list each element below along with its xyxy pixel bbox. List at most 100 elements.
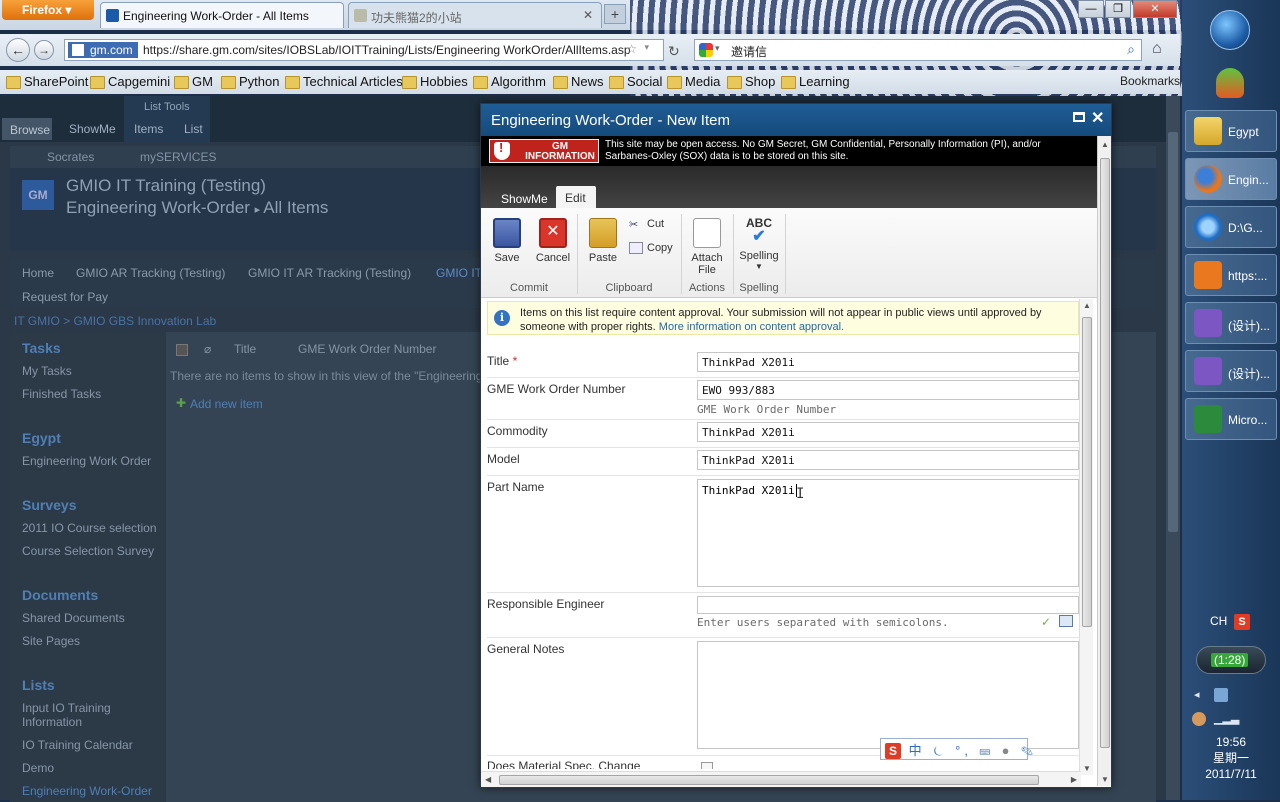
- ql-item[interactable]: IO Training Calendar: [22, 738, 133, 752]
- tab-close-icon[interactable]: ✕: [583, 8, 593, 22]
- part-name-textarea[interactable]: ThinkPad X201i I: [697, 479, 1079, 587]
- bookmark-folder[interactable]: SharePoint: [6, 74, 88, 89]
- taskbar-button-ie[interactable]: D:\G...: [1185, 206, 1277, 248]
- page-scrollbar[interactable]: [1166, 96, 1180, 800]
- form-scrollbar-thumb[interactable]: [1082, 317, 1092, 627]
- dialog-scrollbar-thumb[interactable]: [1100, 158, 1110, 748]
- taskbar-button-design-1[interactable]: (设计)...: [1185, 302, 1277, 344]
- ql-heading-egypt[interactable]: Egypt: [22, 430, 61, 446]
- keyboard-icon[interactable]: ⌨: [980, 743, 994, 758]
- sp-tab-items[interactable]: Items: [134, 122, 163, 136]
- page-scrollbar-thumb[interactable]: [1168, 132, 1178, 532]
- taskbar-button-egypt[interactable]: Egypt: [1185, 110, 1277, 152]
- scroll-up-icon[interactable]: ▲: [1083, 301, 1091, 310]
- sogou-tray-icon[interactable]: S: [1234, 614, 1250, 630]
- ql-item[interactable]: Course Selection Survey: [22, 544, 154, 558]
- maximize-icon[interactable]: [1073, 112, 1085, 122]
- scroll-down-icon[interactable]: ▼: [1101, 775, 1109, 784]
- sp-tab-showme[interactable]: ShowMe: [69, 122, 116, 136]
- ql-item[interactable]: 2011 IO Course selection: [22, 521, 157, 535]
- sp-tab-browse[interactable]: Browse: [2, 118, 52, 140]
- show-hidden-icons[interactable]: ◂: [1194, 688, 1200, 701]
- commodity-input[interactable]: ThinkPad X201i: [697, 422, 1079, 442]
- material-spec-checkbox[interactable]: [701, 762, 713, 769]
- bookmark-folder[interactable]: Shop: [727, 74, 775, 89]
- bookmark-folder[interactable]: Capgemini: [90, 74, 170, 89]
- forward-button[interactable]: →: [34, 40, 54, 60]
- ql-heading-lists[interactable]: Lists: [22, 677, 55, 693]
- google-icon[interactable]: [699, 43, 713, 57]
- paste-button[interactable]: Paste: [585, 218, 621, 264]
- gme-number-input[interactable]: EWO 993/883: [697, 380, 1079, 400]
- browse-directory-icon[interactable]: [1059, 615, 1073, 627]
- ribbon-tab-showme[interactable]: ShowMe: [501, 192, 548, 206]
- dialog-scrollbar[interactable]: ▲ ▼: [1097, 136, 1111, 786]
- user-icon[interactable]: ●: [1002, 743, 1014, 758]
- tray-monkey-icon[interactable]: [1192, 712, 1206, 726]
- cut-button[interactable]: ✂ Cut: [629, 218, 664, 231]
- tray-app-icon[interactable]: [1214, 688, 1228, 702]
- save-button[interactable]: Save: [489, 218, 525, 264]
- column-header-title[interactable]: Title: [234, 342, 256, 356]
- select-all-checkbox[interactable]: [176, 344, 188, 356]
- site-identity-button[interactable]: gm.com: [68, 42, 138, 58]
- parrot-app-icon[interactable]: [1216, 68, 1244, 98]
- sp-nav-it-ar-tracking[interactable]: GMIO IT AR Tracking (Testing): [248, 266, 411, 280]
- bookmark-folder[interactable]: News: [553, 74, 604, 89]
- sp-list-title-link[interactable]: Engineering Work-Order: [66, 198, 250, 217]
- taskbar-button-design-2[interactable]: (设计)...: [1185, 350, 1277, 392]
- scroll-down-icon[interactable]: ▼: [1083, 764, 1091, 773]
- system-clock[interactable]: 19:56 星期一 2011/7/11: [1182, 734, 1280, 782]
- window-close-button[interactable]: ✕: [1133, 0, 1177, 18]
- bookmark-folder[interactable]: Algorithm: [473, 74, 546, 89]
- add-new-item-link[interactable]: Add new item: [190, 397, 263, 411]
- bookmark-folder[interactable]: Technical Articles: [285, 74, 403, 89]
- model-input[interactable]: ThinkPad X201i: [697, 450, 1079, 470]
- ime-toolbar[interactable]: S 中 ⏾ °, ⌨ ● ✎: [880, 738, 1033, 760]
- bookmark-folder[interactable]: Media: [667, 74, 720, 89]
- ql-item[interactable]: My Tasks: [22, 364, 72, 378]
- attach-file-button[interactable]: Attach File: [687, 218, 727, 276]
- scroll-up-icon[interactable]: ▲: [1101, 140, 1109, 149]
- ql-heading-documents[interactable]: Documents: [22, 587, 98, 603]
- firefox-menu-button[interactable]: Firefox ▾: [2, 0, 94, 20]
- sp-tab-list[interactable]: List: [184, 122, 203, 136]
- ql-item-selected[interactable]: Engineering Work-Order: [22, 784, 152, 798]
- language-indicator[interactable]: CH: [1210, 614, 1227, 628]
- ql-item[interactable]: Shared Documents: [22, 611, 125, 625]
- bookmark-star-icon[interactable]: ☆: [626, 42, 637, 56]
- bookmark-folder[interactable]: Python: [221, 74, 279, 89]
- sp-link-socrates[interactable]: Socrates: [47, 150, 94, 164]
- new-tab-button[interactable]: +: [604, 4, 626, 24]
- minimize-button[interactable]: —: [1078, 0, 1104, 18]
- tab-engineering-work-order[interactable]: Engineering Work-Order - All Items: [100, 2, 344, 28]
- responsible-engineer-input[interactable]: [697, 596, 1079, 614]
- sp-nav-request-for-pay[interactable]: Request for Pay: [22, 290, 108, 304]
- form-hscroll-thumb[interactable]: [499, 775, 1039, 785]
- bookmark-folder[interactable]: Learning: [781, 74, 850, 89]
- search-icon[interactable]: ⌕: [1127, 41, 1135, 58]
- bookmark-folder[interactable]: Social: [609, 74, 662, 89]
- battery-indicator[interactable]: (1:28): [1196, 646, 1266, 674]
- dialog-close-icon[interactable]: ✕: [1091, 108, 1104, 128]
- general-notes-textarea[interactable]: [697, 641, 1079, 749]
- ime-mode-text[interactable]: 中 ⏾ °,: [909, 743, 972, 758]
- start-button[interactable]: [1210, 10, 1250, 50]
- taskbar-button-https[interactable]: https:...: [1185, 254, 1277, 296]
- bookmark-folder[interactable]: Hobbies: [402, 74, 468, 89]
- ql-item[interactable]: Input IO Training Information: [22, 701, 132, 729]
- check-names-icon[interactable]: ✓: [1041, 615, 1051, 629]
- back-button[interactable]: ←: [6, 38, 30, 62]
- content-approval-link[interactable]: More information on content approval.: [659, 321, 844, 333]
- ql-heading-tasks[interactable]: Tasks: [22, 340, 61, 356]
- form-horizontal-scrollbar[interactable]: ◀ ▶: [481, 771, 1081, 787]
- tab-kungfu-panda[interactable]: 功夫熊猫2的小站 ✕: [348, 2, 602, 28]
- ql-item[interactable]: Site Pages: [22, 634, 80, 648]
- title-input[interactable]: ThinkPad X201i: [697, 352, 1079, 372]
- sp-nav-gmio-it[interactable]: GMIO IT: [436, 266, 482, 280]
- ql-item[interactable]: Demo: [22, 761, 54, 775]
- sp-link-myservices[interactable]: mySERVICES: [140, 150, 216, 164]
- ql-item[interactable]: Finished Tasks: [22, 387, 101, 401]
- ql-item[interactable]: Engineering Work Order: [22, 454, 151, 468]
- reload-icon[interactable]: ↻: [668, 43, 680, 60]
